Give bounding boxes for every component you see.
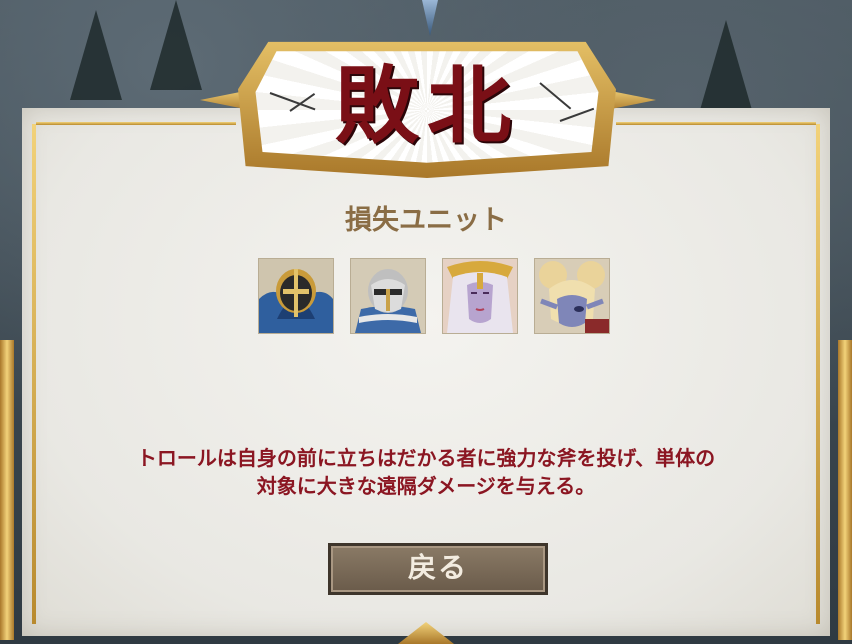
lost-units-heading: 損失ユニット: [345, 205, 507, 236]
description-line-2: 対象に大きな遠隔ダメージを与える。: [256, 474, 596, 498]
tree-silhouette: [150, 0, 202, 90]
panel-border-top-right: [616, 122, 816, 125]
defeat-title: 敗北: [334, 56, 519, 155]
blue-armored-knight-portrait[interactable]: [258, 258, 334, 334]
white-haired-priestess-portrait[interactable]: [442, 258, 518, 334]
back-button[interactable]: 戻る: [328, 543, 548, 595]
unit-description: トロールは自身の前に立ちはだかる者に強力な斧を投げ、単体の 対象に大きな遠隔ダメ…: [0, 444, 852, 500]
blonde-pigtail-yordle-portrait[interactable]: [534, 258, 610, 334]
white-armored-knight-portrait[interactable]: [350, 258, 426, 334]
panel-border-top-left: [36, 122, 236, 125]
tree-silhouette: [70, 10, 122, 100]
lost-units-list: [258, 258, 610, 334]
tree-silhouette: [700, 20, 752, 110]
description-line-1: トロールは自身の前に立ちはだかる者に強力な斧を投げ、単体の: [136, 446, 716, 470]
